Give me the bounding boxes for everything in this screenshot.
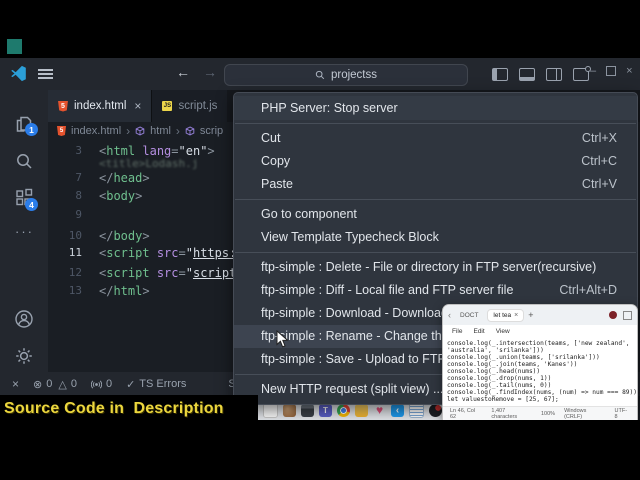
video-banner: Source Code in Description [0, 395, 258, 422]
menu-item-php-server[interactable]: PHP Server: Stop server [234, 96, 637, 120]
toggle-sidebar-icon[interactable] [492, 68, 508, 81]
symbol-cube-icon [135, 126, 145, 136]
search-input[interactable]: projectss [224, 64, 468, 86]
menu-item-cut[interactable]: CutCtrl+X [234, 127, 637, 150]
line-endings[interactable]: Windows (CRLF) [564, 408, 605, 420]
extensions-badge: 4 [25, 198, 38, 211]
chevron-right-icon: › [176, 124, 180, 138]
account-icon[interactable] [13, 308, 35, 335]
breadcrumb-item-html[interactable]: html [150, 125, 171, 137]
menu-hamburger-icon[interactable] [38, 69, 53, 79]
bottom-black-band [0, 420, 640, 480]
notepad-menu-bar: File Edit View [443, 325, 637, 338]
tab-script-js[interactable]: JS script.js [152, 90, 227, 122]
back-arrow-icon[interactable]: ← [176, 64, 190, 80]
maximize-button[interactable] [606, 66, 616, 76]
zoom-level[interactable]: 100% [541, 411, 555, 417]
tab-close-icon[interactable]: × [134, 99, 141, 113]
code-line: 13 </html> [48, 281, 150, 300]
banner-text: Source Code in Description [0, 400, 224, 418]
ts-errors-status[interactable]: ✓ TS Errors [126, 378, 186, 391]
breadcrumb-item-scrip[interactable]: scrip [200, 125, 223, 137]
tab-close-icon[interactable]: × [514, 312, 518, 319]
window-controls: – × [590, 65, 633, 77]
taskbar-icon-teams[interactable]: T [319, 404, 332, 417]
remote-close-icon[interactable]: × [12, 377, 19, 391]
recording-dot-icon [609, 311, 617, 319]
error-icon: ⊗ [33, 378, 42, 391]
toggle-secondary-sidebar-icon[interactable] [546, 68, 562, 81]
html5-icon: 5 [57, 126, 66, 136]
notepad-tab-bar: ‹ DOCT let tea × + [443, 305, 637, 325]
taskbar-icon-chrome[interactable] [337, 404, 350, 417]
new-tab-icon[interactable]: + [528, 310, 533, 320]
title-bar: ← → projectss – × [0, 58, 640, 91]
js-icon: JS [162, 101, 172, 111]
search-value: projectss [331, 69, 377, 81]
notepad-status-bar: Ln 46, Col 62 1,407 characters 100% Wind… [443, 406, 637, 420]
encoding[interactable]: UTF-8 [615, 408, 630, 420]
menu-item-ftp-diff[interactable]: ftp-simple : Diff - Local file and FTP s… [234, 279, 637, 302]
search-icon [315, 70, 325, 80]
vscode-logo-icon [10, 65, 27, 87]
menu-item-view-template-typecheck[interactable]: View Template Typecheck Block [234, 226, 637, 249]
menu-separator [235, 252, 636, 253]
chevron-right-icon: › [126, 124, 130, 138]
notepad-maximize-icon[interactable] [623, 311, 632, 320]
errors-status[interactable]: ⊗ 0 [33, 378, 52, 391]
menu-item-paste[interactable]: PasteCtrl+V [234, 173, 637, 196]
code-line: 8 <body> [48, 186, 142, 205]
menu-item-copy[interactable]: CopyCtrl+C [234, 150, 637, 173]
cursor-position: Ln 46, Col 62 [450, 408, 482, 420]
notepad-menu-file[interactable]: File [452, 328, 462, 335]
customize-layout-icon[interactable] [573, 68, 589, 81]
taskbar-icon-cat-app[interactable] [283, 404, 296, 417]
html5-icon: 5 [58, 101, 68, 112]
toggle-panel-icon[interactable] [519, 68, 535, 81]
tab-index-html[interactable]: 5 index.html × [48, 90, 152, 122]
tab-nav-back-icon[interactable]: ‹ [448, 310, 451, 320]
ports-status[interactable]: 0 [91, 378, 112, 390]
settings-gear-icon[interactable] [13, 345, 35, 372]
taskbar-icon-folder[interactable] [355, 404, 368, 417]
notepad-tab-let-tea[interactable]: let tea × [487, 309, 524, 322]
mouse-cursor [276, 330, 289, 354]
breadcrumb-item-file[interactable]: index.html [71, 125, 121, 137]
notepad-menu-edit[interactable]: Edit [473, 328, 484, 335]
notepad-menu-view[interactable]: View [496, 328, 510, 335]
check-icon: ✓ [126, 378, 135, 391]
code-line-active: 11 <script src="https:// [48, 243, 251, 262]
explorer-badge: 1 [25, 123, 38, 136]
taskbar-icon-health-app[interactable]: ♥ [373, 404, 386, 417]
forward-arrow-icon[interactable]: → [203, 64, 217, 80]
code-line: 12 <script src="script. [48, 263, 244, 282]
search-sidebar-icon[interactable] [13, 150, 35, 177]
menu-item-go-to-component[interactable]: Go to component [234, 203, 637, 226]
taskbar-icon-media-app[interactable] [429, 404, 442, 417]
more-actions-icon[interactable]: ··· [15, 224, 34, 239]
menu-separator [235, 199, 636, 200]
warnings-status[interactable]: △ 0 [58, 378, 77, 391]
taskbar-icon-vscode[interactable]: ‹ [391, 404, 404, 417]
symbol-cube-icon [185, 126, 195, 136]
notepad-tab-doct[interactable]: DOCT [455, 310, 483, 321]
taskbar-icon-file-explorer-dark[interactable] [301, 404, 314, 417]
code-line: 9 [48, 205, 99, 224]
notepad-code-area[interactable]: console.log(_.intersection(teams, ['new … [443, 338, 637, 406]
radio-tower-icon [91, 379, 102, 390]
tab-label: script.js [178, 100, 217, 112]
close-button[interactable]: × [626, 65, 632, 77]
menu-separator [235, 123, 636, 124]
minimize-button[interactable]: – [590, 65, 596, 77]
char-count: 1,407 characters [491, 408, 532, 420]
layout-controls [492, 68, 589, 81]
tab-label: index.html [74, 100, 126, 112]
warning-icon: △ [58, 378, 66, 391]
menu-item-ftp-delete[interactable]: ftp-simple : Delete - File or directory … [234, 256, 637, 279]
top-black-band [0, 0, 640, 58]
notepad-window: ‹ DOCT let tea × + File Edit View consol… [442, 304, 638, 420]
code-line: 7 </head> [48, 168, 150, 187]
teal-accent-square [7, 39, 22, 54]
